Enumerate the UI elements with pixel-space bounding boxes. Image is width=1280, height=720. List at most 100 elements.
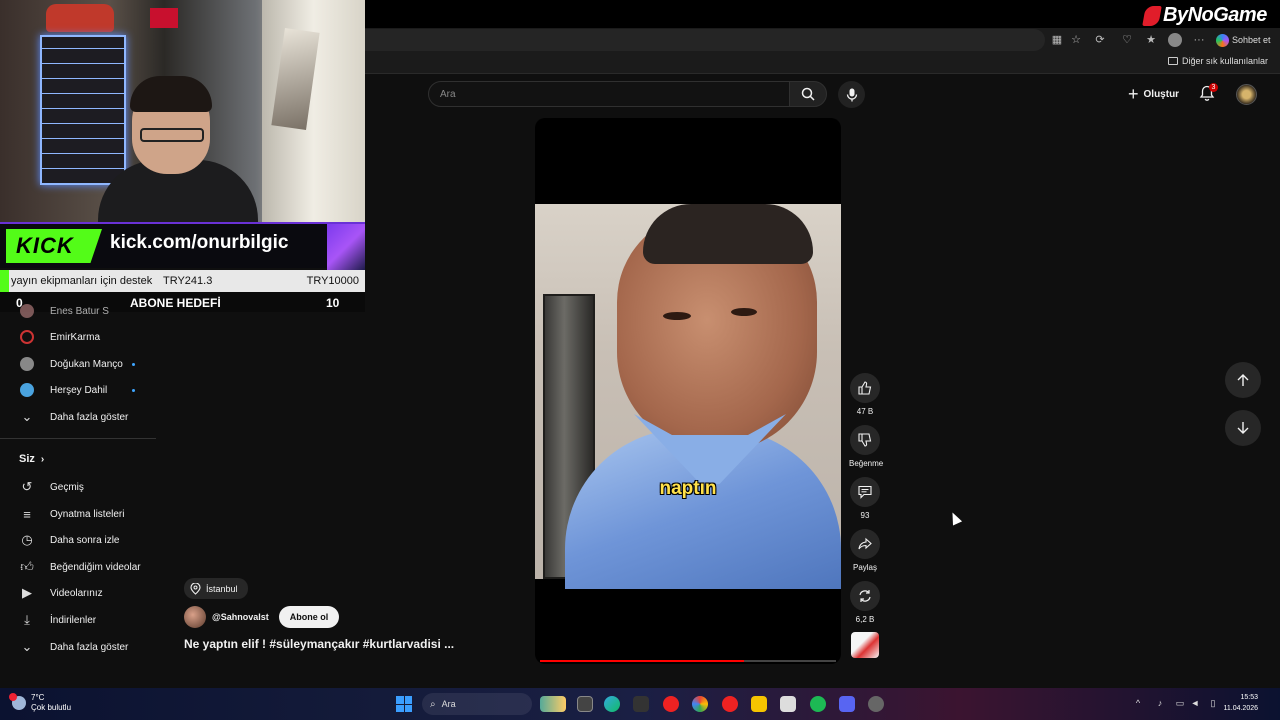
favorites-list-icon[interactable]: ★ bbox=[1144, 33, 1158, 47]
video-progress-bar[interactable] bbox=[540, 660, 836, 662]
channel-thumbnail[interactable] bbox=[851, 632, 879, 658]
profile-icon[interactable] bbox=[1168, 33, 1182, 47]
copilot-icon bbox=[1216, 33, 1229, 47]
video-title[interactable]: Ne yaptın elif ! #süleymançakır #kurtlar… bbox=[184, 637, 454, 651]
donation-goal-bar: yayın ekipmanları için destek TRY241.3 T… bbox=[0, 270, 365, 292]
eye bbox=[731, 308, 757, 316]
file-explorer-icon[interactable] bbox=[751, 696, 767, 712]
toy-car bbox=[46, 4, 114, 32]
spotify-icon[interactable] bbox=[810, 696, 826, 712]
address-bar[interactable] bbox=[365, 29, 1045, 51]
browser-essentials-icon[interactable]: ♡ bbox=[1120, 33, 1134, 47]
video-frame bbox=[535, 204, 841, 589]
sidebar-item-your-videos[interactable]: ▶ Videolarınız bbox=[0, 580, 156, 606]
weather-widget[interactable]: 7°C Çok bulutlu bbox=[9, 693, 71, 713]
sidebar-subscription[interactable]: Herşey Dahil bbox=[0, 377, 156, 403]
banner-decoration bbox=[327, 224, 365, 270]
sidebar-item-watch-later[interactable]: ◷ Daha sonra izle bbox=[0, 527, 156, 553]
sidebar-item-label: Doğukan Manço bbox=[50, 358, 123, 370]
avatar[interactable] bbox=[1236, 84, 1257, 105]
sidebar-item-liked-videos[interactable]: 👍︎ Beğendiğim videolar bbox=[0, 554, 156, 580]
copilot-button[interactable]: Sohbet et bbox=[1216, 32, 1272, 48]
subscribe-button[interactable]: Abone ol bbox=[278, 606, 340, 628]
sidebar-item-playlists[interactable]: ≡ Oynatma listeleri bbox=[0, 501, 156, 527]
sidebar-subscription[interactable]: Enes Batur S bbox=[0, 298, 156, 324]
app-icon[interactable] bbox=[868, 696, 884, 712]
video-caption: naptın bbox=[659, 478, 717, 499]
sidebar-item-label: EmirKarma bbox=[50, 331, 101, 343]
chevron-up-icon[interactable]: ^ bbox=[1133, 698, 1143, 708]
start-button[interactable] bbox=[396, 696, 412, 712]
notifications-button[interactable]: 3 bbox=[1199, 83, 1219, 105]
volume-icon[interactable]: ◄ bbox=[1190, 698, 1200, 708]
create-button[interactable]: + Oluştur bbox=[1128, 84, 1179, 104]
chrome-icon[interactable] bbox=[692, 696, 708, 712]
edge-icon[interactable] bbox=[604, 696, 620, 712]
sidebar-section-you[interactable]: Siz › bbox=[19, 453, 44, 465]
sidebar-item-label: Oynatma listeleri bbox=[50, 508, 125, 520]
favorite-star-icon[interactable]: ☆ bbox=[1069, 33, 1083, 47]
opera-icon[interactable] bbox=[663, 696, 679, 712]
previous-short-button[interactable] bbox=[1225, 362, 1261, 398]
search-button[interactable] bbox=[789, 81, 827, 107]
sub-goal-target: 10 bbox=[326, 296, 340, 310]
extensions-icon[interactable]: ⟳ bbox=[1093, 33, 1107, 47]
sidebar-item-downloads[interactable]: ⤓ İndirilenler bbox=[0, 607, 156, 633]
remix-button[interactable]: 6,2 B bbox=[849, 581, 881, 624]
sidebar-item-label: Beğendiğim videolar bbox=[50, 561, 141, 573]
kick-url: kick.com/onurbilgic bbox=[110, 232, 289, 253]
sidebar-show-more[interactable]: ⌄ Daha fazla göster bbox=[0, 634, 156, 660]
taskbar-search-label: Ara bbox=[441, 699, 456, 709]
sidebar-item-label: Daha sonra izle bbox=[50, 534, 120, 546]
task-view-icon[interactable] bbox=[577, 696, 593, 712]
progress-fill bbox=[540, 660, 745, 662]
dislike-button[interactable]: Beğenme bbox=[849, 425, 884, 468]
sidebar-subscription[interactable]: Doğukan Manço bbox=[0, 351, 156, 377]
discord-icon[interactable] bbox=[839, 696, 855, 712]
channel-name[interactable]: @Sahnovalst bbox=[212, 612, 269, 622]
taskbar-search[interactable]: ⌕ Ara bbox=[422, 693, 532, 715]
app-icon[interactable] bbox=[633, 696, 649, 712]
sidebar-show-more[interactable]: ⌄ Daha fazla göster bbox=[0, 404, 156, 430]
store-icon[interactable] bbox=[780, 696, 796, 712]
divider bbox=[0, 438, 156, 439]
weather-icon bbox=[9, 693, 26, 710]
sidebar-subscription[interactable]: EmirKarma bbox=[0, 324, 156, 350]
comments-button[interactable]: 93 bbox=[849, 477, 881, 520]
brand-name: ByNoGame bbox=[1163, 4, 1267, 26]
system-clock[interactable]: 15:53 11.04.2026 bbox=[1223, 692, 1258, 714]
other-favorites-folder[interactable]: Diğer sık kullanılanlar bbox=[1167, 56, 1268, 66]
chevron-right-icon: › bbox=[40, 453, 45, 465]
more-menu-icon[interactable]: ··· bbox=[1192, 33, 1206, 47]
split-screen-icon[interactable]: ▦ bbox=[1050, 33, 1064, 47]
voice-search-button[interactable] bbox=[838, 81, 865, 108]
yandex-icon[interactable] bbox=[722, 696, 738, 712]
widget-app-icon[interactable] bbox=[540, 696, 566, 712]
channel-avatar[interactable] bbox=[184, 606, 206, 628]
share-button[interactable]: Paylaş bbox=[849, 529, 881, 572]
sidebar-item-label: İndirilenler bbox=[50, 614, 97, 626]
download-icon: ⤓ bbox=[24, 612, 30, 627]
section-title: Siz bbox=[19, 453, 35, 465]
eye bbox=[663, 312, 691, 320]
channel-avatar bbox=[19, 329, 35, 345]
next-short-button[interactable] bbox=[1225, 410, 1261, 446]
microphone-icon[interactable]: ♪ bbox=[1155, 698, 1165, 708]
dislike-label: Beğenme bbox=[849, 459, 884, 468]
date: 11.04.2026 bbox=[1223, 705, 1258, 712]
comment-icon bbox=[858, 485, 872, 499]
battery-icon[interactable]: ▯ bbox=[1208, 698, 1218, 708]
live-indicator bbox=[132, 388, 135, 392]
sidebar-item-label: Herşey Dahil bbox=[50, 384, 108, 396]
chevron-down-icon: ⌄ bbox=[21, 639, 33, 654]
shorts-player[interactable]: naptın bbox=[535, 118, 841, 664]
location-chip[interactable]: İstanbul bbox=[184, 578, 248, 599]
sidebar-item-history[interactable]: ↺ Geçmiş bbox=[0, 474, 156, 500]
search-input[interactable]: Ara bbox=[428, 81, 790, 107]
brand-logo-icon bbox=[1142, 5, 1162, 26]
like-button[interactable]: 47 B bbox=[849, 373, 881, 416]
search-icon: ⌕ bbox=[430, 698, 436, 710]
network-icon[interactable]: ▭ bbox=[1175, 698, 1185, 708]
temperature: 7°C bbox=[31, 693, 45, 702]
channel-avatar bbox=[19, 382, 35, 398]
